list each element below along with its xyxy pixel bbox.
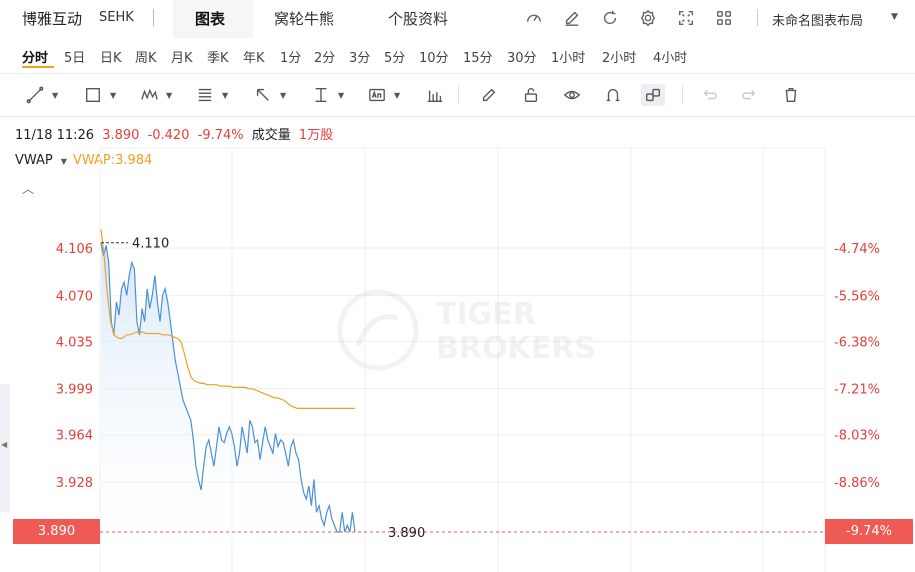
edit-icon[interactable]	[562, 8, 582, 28]
toolbar-divider	[682, 86, 683, 104]
unlock-icon	[524, 88, 538, 102]
pattern-tool[interactable]: ▼	[140, 84, 172, 106]
y-tick-label-right: -6.38%	[834, 335, 880, 350]
top-header: 博雅互动 SEHK 图表 窝轮牛熊 个股资料 未命名图表布局 ▼	[0, 0, 915, 38]
toolbar-divider	[458, 86, 459, 104]
arrow-tool[interactable]: ▼	[254, 84, 286, 106]
period-tab[interactable]: 年K	[243, 47, 265, 66]
period-tab[interactable]: 3分	[349, 47, 370, 66]
divider	[0, 73, 915, 74]
fullscreen-icon[interactable]	[676, 8, 696, 28]
trend-line-tool[interactable]: ▼	[26, 84, 58, 106]
period-tab[interactable]: 1小时	[551, 47, 585, 66]
delete-button[interactable]	[782, 84, 800, 106]
measure-tool[interactable]: ▼	[312, 84, 344, 106]
y-tick-label-left: 3.928	[56, 476, 93, 491]
lock-tool[interactable]	[522, 84, 540, 106]
period-tab[interactable]: 5日	[64, 47, 85, 66]
period-tab[interactable]: 季K	[207, 47, 229, 66]
bar-chart-icon	[427, 90, 443, 102]
pen-tool[interactable]	[480, 84, 498, 106]
y-tick-label-right: -8.03%	[834, 429, 880, 444]
settings-icon[interactable]	[638, 8, 658, 28]
tab-company-info[interactable]: 个股资料	[388, 8, 448, 29]
exchange-label: SEHK	[99, 10, 134, 25]
y-tick-label-left: 3.999	[56, 383, 93, 398]
price-area-fill	[101, 242, 355, 572]
period-tab[interactable]: 2小时	[602, 47, 636, 66]
trash-icon	[785, 88, 797, 102]
period-tab[interactable]: 月K	[171, 47, 193, 66]
last-price-tag: 3.890	[13, 519, 100, 544]
last-price-label: 3.890	[388, 526, 425, 541]
magnet-tool[interactable]	[604, 84, 622, 106]
volume-tool[interactable]	[426, 84, 444, 106]
y-tick-label-right: -7.21%	[834, 383, 880, 398]
y-tick-label-left: 4.106	[56, 242, 93, 257]
measure-icon	[315, 88, 327, 102]
trend-line-icon	[26, 86, 44, 104]
period-tab[interactable]: 2分	[314, 47, 335, 66]
period-tab[interactable]: 5分	[384, 47, 405, 66]
undo-icon	[704, 90, 717, 100]
watermark-line2: BROKERS	[436, 331, 596, 366]
pattern-icon	[141, 88, 158, 100]
y-tick-label-right: -4.74%	[834, 242, 880, 257]
header-divider-right	[757, 9, 758, 26]
period-tab-timeshare[interactable]: 分时	[22, 47, 48, 66]
period-tab[interactable]: 15分	[463, 47, 493, 66]
watermark-line1: TIGER	[436, 297, 536, 332]
rectangle-icon	[86, 88, 100, 102]
visibility-tool[interactable]	[563, 84, 581, 106]
redo-button[interactable]	[741, 84, 759, 106]
refresh-icon[interactable]	[600, 8, 620, 28]
y-tick-label-left: 3.964	[56, 429, 93, 444]
high-marker-label: 4.110	[132, 237, 169, 252]
period-tab[interactable]: 10分	[419, 47, 449, 66]
period-bar: 分时 5日 日K 周K 月K 季K 年K 1分 2分 3分 5分 10分 15分…	[0, 40, 915, 70]
pen-icon	[482, 88, 496, 102]
eye-icon	[563, 90, 581, 100]
magnet-icon	[606, 88, 620, 102]
y-tick-label-right: -8.86%	[834, 476, 880, 491]
redo-icon	[742, 90, 755, 100]
fibonacci-tool[interactable]: ▼	[196, 84, 228, 106]
link-tool[interactable]	[641, 84, 665, 106]
price-area	[101, 242, 355, 572]
header-divider	[153, 9, 154, 26]
period-tab[interactable]: 周K	[135, 47, 157, 66]
right-percent-axis: -4.74% -5.56% -6.38% -7.21% -8.03% -8.86%	[834, 242, 880, 491]
divider	[0, 116, 915, 117]
fibonacci-icon	[198, 88, 212, 102]
y-tick-label-left: 4.035	[56, 335, 93, 350]
stock-name: 博雅互动	[22, 10, 83, 28]
undo-button[interactable]	[700, 84, 718, 106]
y-tick-label-right: -5.56%	[834, 289, 880, 304]
period-tab[interactable]: 日K	[100, 47, 122, 66]
period-tab[interactable]: 1分	[280, 47, 301, 66]
grid-icon[interactable]	[714, 8, 734, 28]
y-tick-label-left: 4.070	[56, 289, 93, 304]
period-tab[interactable]: 30分	[507, 47, 537, 66]
arrow-icon	[256, 88, 269, 101]
last-pct-tag: -9.74%	[825, 519, 913, 544]
rectangle-tool[interactable]: ▼	[84, 84, 116, 106]
text-tool[interactable]: ▼	[368, 84, 400, 106]
tab-warrants[interactable]: 窝轮牛熊	[274, 8, 334, 29]
layout-name-dropdown[interactable]: 未命名图表布局	[772, 10, 863, 29]
link-icon	[646, 88, 660, 102]
chevron-down-icon[interactable]: ▼	[891, 12, 898, 22]
watermark: TIGER BROKERS	[337, 289, 596, 371]
intraday-chart[interactable]: TIGER BROKERS 4.106 4.070 4.035 3.999 3.964 3…	[0, 140, 915, 572]
gauge-icon[interactable]	[524, 8, 544, 28]
active-period-indicator	[22, 66, 54, 68]
tab-chart[interactable]: 图表	[195, 8, 225, 29]
period-tab[interactable]: 4小时	[653, 47, 687, 66]
left-price-axis: 4.106 4.070 4.035 3.999 3.964 3.928	[56, 242, 93, 491]
text-box-icon	[369, 88, 385, 102]
